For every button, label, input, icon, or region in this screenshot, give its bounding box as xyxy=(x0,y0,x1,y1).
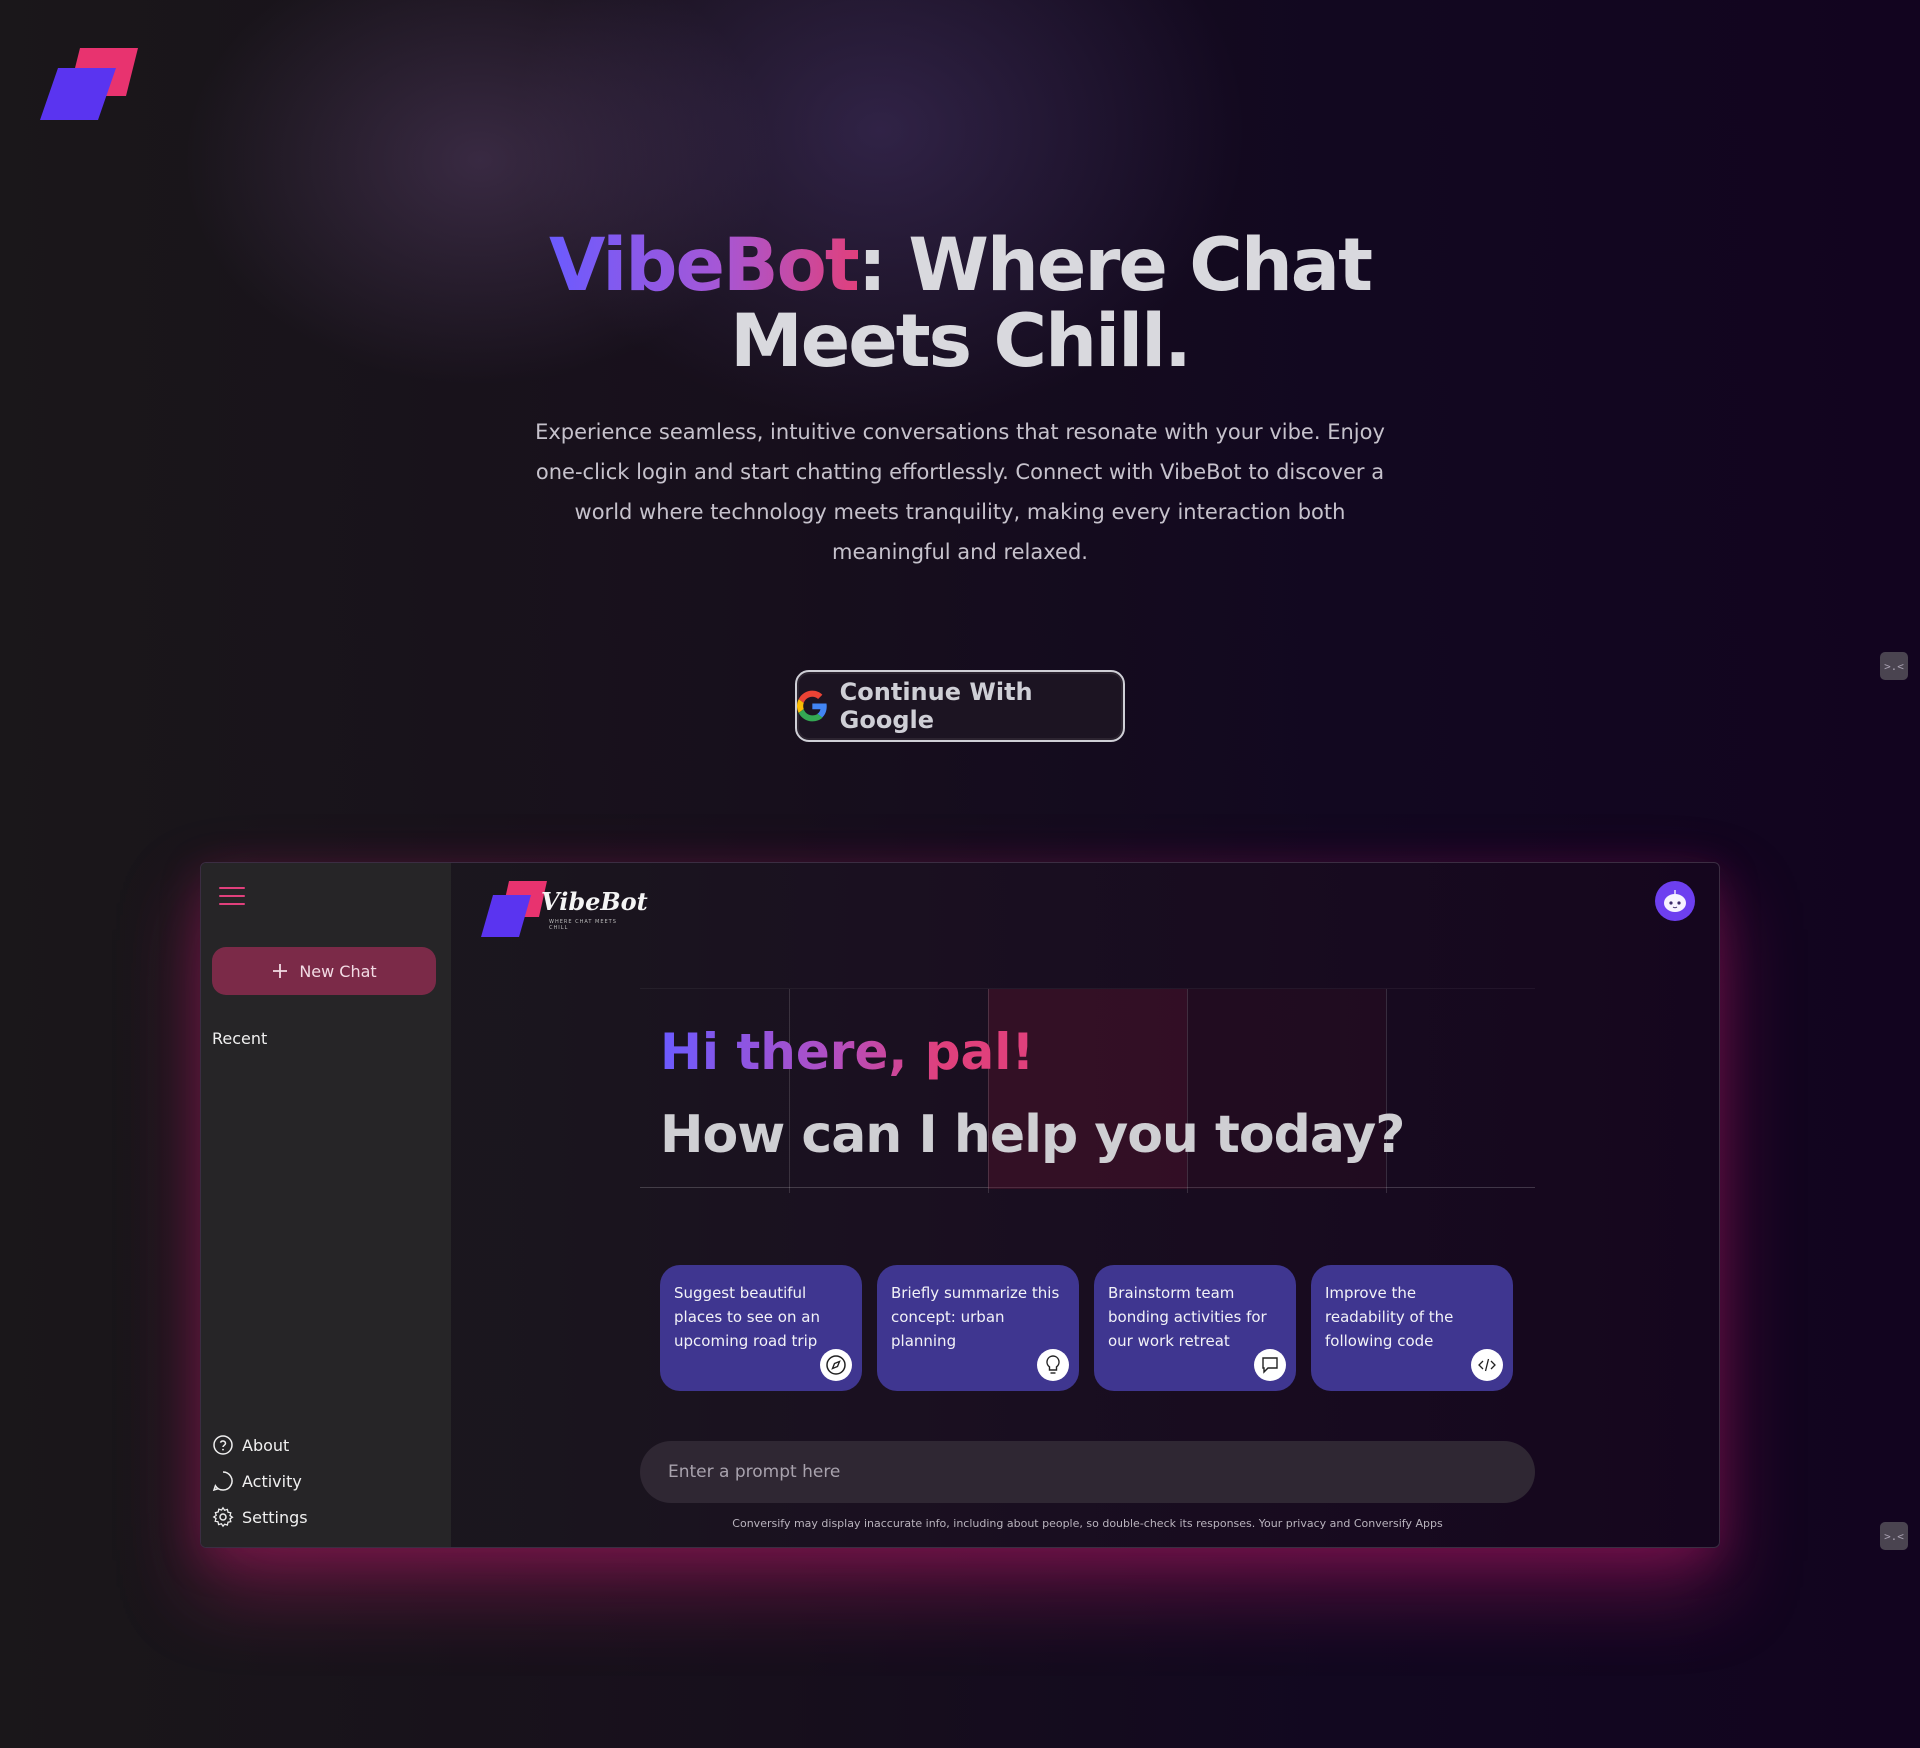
suggestion-card-road-trip[interactable]: Suggest beautiful places to see on an up… xyxy=(660,1265,862,1391)
vibebot-logo-mark xyxy=(481,881,547,937)
hero-title-brand: VibeBot xyxy=(549,223,860,308)
suggestion-card-text: Improve the readability of the following… xyxy=(1325,1284,1454,1350)
code-icon xyxy=(1471,1349,1503,1381)
sidebar-links: About Activity Settings xyxy=(212,1427,308,1535)
hero-title-line2: Meets Chill. xyxy=(730,299,1192,384)
menu-icon[interactable] xyxy=(219,887,245,909)
vibebot-logo[interactable] xyxy=(40,44,140,122)
suggestion-card-brainstorm[interactable]: Brainstorm team bonding activities for o… xyxy=(1094,1265,1296,1391)
app-logo-tagline: WHERE CHAT MEETS CHILL xyxy=(549,919,617,931)
hero-title-line1: : Where Chat xyxy=(857,223,1373,308)
prompt-input[interactable] xyxy=(640,1441,1535,1503)
greeting-hi: Hi there, pal! xyxy=(660,1023,1035,1081)
activity-icon xyxy=(212,1471,233,1492)
greeting-panel: Hi there, pal! How can I help you today? xyxy=(640,988,1535,1193)
compass-icon xyxy=(820,1349,852,1381)
sidebar-item-label: About xyxy=(242,1435,290,1455)
sidebar-item-label: Settings xyxy=(242,1507,308,1527)
sidebar-item-label: Activity xyxy=(242,1471,302,1491)
app-logo[interactable]: VibeBot WHERE CHAT MEETS CHILL xyxy=(481,877,648,939)
recent-heading: Recent xyxy=(212,1029,268,1048)
suggestion-card-summarize[interactable]: Briefly summarize this concept: urban pl… xyxy=(877,1265,1079,1391)
app-preview: New Chat Recent About Activity Settings … xyxy=(200,862,1720,1548)
disclaimer-text: Conversify may display inaccurate info, … xyxy=(732,1517,1443,1530)
emoji-glyph-icon[interactable]: >.< xyxy=(1880,1522,1908,1550)
sidebar-item-activity[interactable]: Activity xyxy=(212,1463,308,1499)
suggestion-card-code[interactable]: Improve the readability of the following… xyxy=(1311,1265,1513,1391)
sidebar-item-settings[interactable]: Settings xyxy=(212,1499,308,1535)
hero-subtitle: Experience seamless, intuitive conversat… xyxy=(535,420,1385,564)
message-icon xyxy=(1254,1349,1286,1381)
google-button-label: Continue With Google xyxy=(839,678,1033,734)
suggestion-card-text: Briefly summarize this concept: urban pl… xyxy=(891,1284,1060,1350)
app-logo-wordmark: VibeBot xyxy=(541,887,648,916)
sidebar-item-about[interactable]: About xyxy=(212,1427,308,1463)
user-avatar[interactable] xyxy=(1655,881,1695,921)
new-chat-label: New Chat xyxy=(299,961,377,981)
chat-main: VibeBot WHERE CHAT MEETS CHILL Hi there,… xyxy=(451,863,1719,1547)
suggestion-card-text: Brainstorm team bonding activities for o… xyxy=(1108,1284,1267,1350)
gear-icon xyxy=(212,1506,234,1528)
lightbulb-icon xyxy=(1037,1349,1069,1381)
help-circle-icon xyxy=(213,1435,233,1455)
suggestion-cards: Suggest beautiful places to see on an up… xyxy=(660,1265,1513,1391)
new-chat-button[interactable]: New Chat xyxy=(212,947,436,995)
emoji-glyph-icon[interactable]: >.< xyxy=(1880,652,1908,680)
continue-with-google-button[interactable]: Continue With Google xyxy=(795,670,1125,742)
hero-title: VibeBot: Where Chat Meets Chill. xyxy=(0,228,1920,380)
bot-avatar-icon xyxy=(1664,890,1686,912)
suggestion-card-text: Suggest beautiful places to see on an up… xyxy=(674,1284,820,1350)
google-icon xyxy=(797,690,827,722)
plus-icon xyxy=(273,964,288,978)
greeting-question: How can I help you today? xyxy=(660,1105,1405,1165)
sidebar: New Chat Recent About Activity Settings xyxy=(201,863,451,1547)
